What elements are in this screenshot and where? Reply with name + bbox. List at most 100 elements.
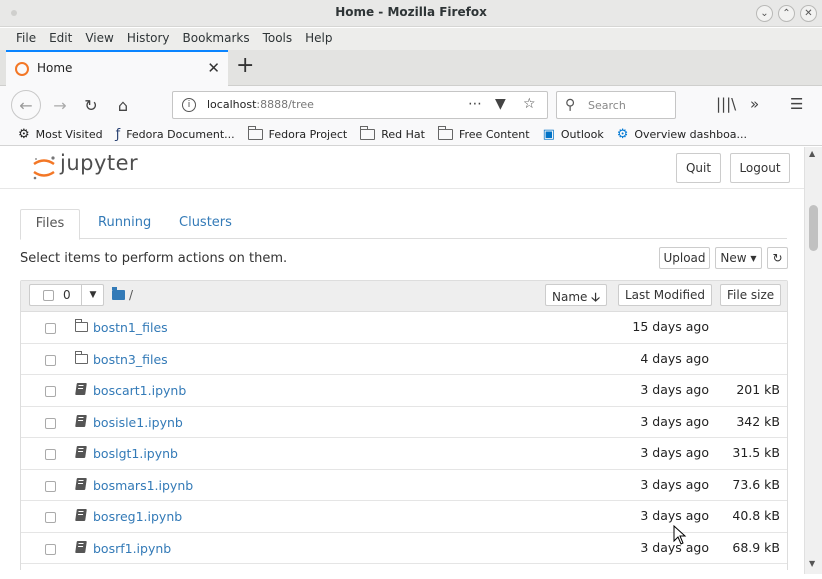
pocket-icon[interactable]: ▼ [495,96,506,112]
notebook-icon [75,477,87,490]
scroll-down-arrow-icon[interactable]: ▼ [809,559,815,568]
row-checkbox[interactable] [45,480,56,492]
table-row[interactable]: bostn3_files 4 days ago [21,344,787,375]
table-row[interactable]: bosmars1.ipynb 3 days ago 73.6 kB [21,470,787,501]
file-name-link[interactable]: bosmars1.ipynb [93,478,193,493]
scroll-up-arrow-icon[interactable]: ▲ [809,149,815,158]
menu-tools[interactable]: Tools [257,28,299,50]
file-name-link[interactable]: bosisle1.ipynb [93,415,183,430]
table-row[interactable]: bosisle1.ipynb 3 days ago 342 kB [21,407,787,438]
last-modified: 3 days ago [640,476,709,492]
row-checkbox[interactable] [45,323,56,334]
sort-by-last-modified-button[interactable]: Last Modified [618,284,713,306]
url-bar[interactable]: i localhost:8888/tree ⋯ ▼ ☆ [172,91,548,119]
row-checkbox[interactable] [45,354,56,366]
hamburger-menu-icon[interactable]: ☰ [790,95,803,113]
table-row[interactable] [21,564,787,570]
bookmark-red-hat[interactable]: Red Hat [360,124,425,145]
notebook-icon [75,383,87,395]
quit-button[interactable]: Quit [676,153,721,183]
refresh-button[interactable]: ↻ [767,247,788,269]
table-row[interactable]: bostn1_files 15 days ago [21,312,787,344]
jupyter-brand[interactable]: jupyter [60,151,138,175]
menu-edit[interactable]: Edit [43,28,78,50]
page-scrollbar[interactable]: ▲ ▼ [804,147,822,574]
menu-view[interactable]: View [79,28,119,50]
last-modified: 4 days ago [640,350,709,366]
bookmark-most-visited[interactable]: ⚙ Most Visited [18,124,103,145]
tab-running[interactable]: Running [98,209,151,240]
breadcrumb[interactable]: / [112,287,133,302]
select-all-group[interactable]: 0 ▼ [29,284,104,306]
file-name-link[interactable]: boscart1.ipynb [93,383,186,398]
row-checkbox[interactable] [45,512,56,523]
tab-home[interactable]: Home ✕ [6,50,228,86]
file-name-link[interactable]: bostn3_files [93,352,168,367]
new-tab-button[interactable]: + [236,55,254,77]
dashboard-icon: ⚙ [616,127,629,142]
library-icon[interactable]: |||\ [716,95,736,113]
jupyter-logo-icon[interactable] [32,155,56,181]
bookmark-outlook[interactable]: ▣ Outlook [543,124,604,145]
logout-button[interactable]: Logout [730,153,790,183]
overflow-chevron-icon[interactable]: » [750,95,759,113]
tab-clusters[interactable]: Clusters [179,209,232,240]
table-row[interactable]: boscart1.ipynb 3 days ago 201 kB [21,375,787,407]
file-size: 40.8 kB [732,508,780,523]
bookmark-free-content[interactable]: Free Content [437,124,530,145]
table-row[interactable]: boslgt1.ipynb 3 days ago 31.5 kB [21,438,787,470]
url-text[interactable]: localhost:8888/tree [207,98,314,111]
file-size: 201 kB [736,382,780,397]
forward-button[interactable]: → [45,90,75,120]
file-size: 31.5 kB [732,445,780,460]
scrollbar-thumb[interactable] [809,205,818,251]
sort-by-name-button[interactable]: Name 🡣 [545,284,607,306]
close-window-button[interactable]: ✕ [800,5,817,22]
back-button[interactable]: ← [11,90,41,120]
folder-icon [75,319,88,332]
new-dropdown-button[interactable]: New ▼ [715,247,762,269]
bookmark-fedora-project[interactable]: Fedora Project [247,124,347,145]
search-icon: ⚲ [565,97,576,113]
file-name-link[interactable]: bosrf1.ipynb [93,541,171,556]
upload-button[interactable]: Upload [659,247,710,269]
bookmarks-toolbar: ⚙ Most Visited ƒ Fedora Document... Fedora… [0,124,822,146]
breadcrumb-root[interactable]: / [129,288,133,302]
file-size: 68.9 kB [732,539,780,555]
last-modified: 15 days ago [632,319,709,334]
bookmark-overview-dashboard[interactable]: ⚙ Overview dashboa... [617,124,747,145]
row-checkbox[interactable] [45,417,56,429]
mouse-pointer-icon [673,525,687,545]
reload-button[interactable]: ↻ [76,90,106,120]
menu-help[interactable]: Help [299,28,338,50]
file-name-link[interactable]: boslgt1.ipynb [93,446,178,461]
row-checkbox[interactable] [45,386,56,397]
menu-file[interactable]: File [10,28,42,50]
search-input[interactable]: ⚲ Search [556,91,676,119]
select-all-checkbox[interactable] [43,290,54,301]
file-name-link[interactable]: bosreg1.ipynb [93,509,182,524]
close-tab-icon[interactable]: ✕ [207,59,220,77]
info-icon[interactable]: i [182,98,196,112]
maximize-button[interactable]: ⌃ [778,5,795,22]
notebook-icon [75,540,87,553]
menu-bookmarks[interactable]: Bookmarks [177,28,256,50]
jupyter-header: jupyter Quit Logout [0,147,804,189]
tab-files[interactable]: Files [20,209,80,240]
row-checkbox[interactable] [45,543,56,555]
reload-icon: ↻ [84,95,98,115]
instructions-text: Select items to perform actions on them. [20,251,288,266]
page-actions-icon[interactable]: ⋯ [468,96,482,112]
select-menu-caret-icon[interactable]: ▼ [81,284,104,306]
menu-history[interactable]: History [121,28,176,50]
home-button[interactable]: ⌂ [108,90,138,120]
file-name-link[interactable]: bostn1_files [93,320,168,335]
minimize-button[interactable]: ⌄ [756,5,773,22]
sort-by-file-size-button[interactable]: File size [720,284,782,306]
menu-bar: File Edit View History Bookmarks Tools H… [0,28,822,50]
star-bookmark-icon[interactable]: ☆ [523,96,536,112]
caret-down-icon: ▼ [750,253,757,263]
bookmark-fedora-docs[interactable]: ƒ Fedora Document... [116,124,235,145]
row-checkbox[interactable] [45,449,56,460]
folder-icon [112,287,125,300]
